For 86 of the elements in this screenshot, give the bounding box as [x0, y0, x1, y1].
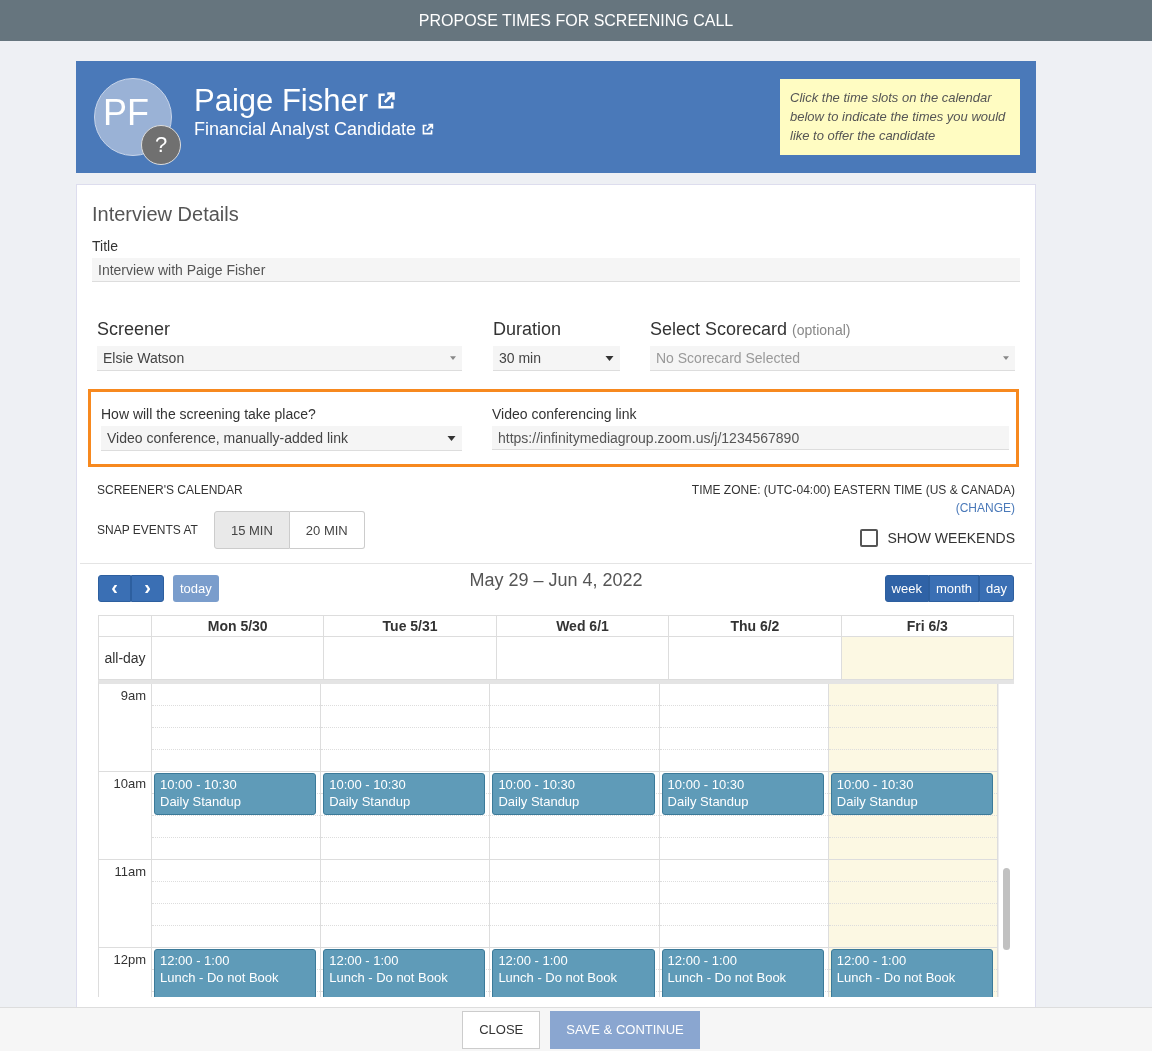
event-title: Daily Standup	[836, 793, 919, 810]
day-header: Mon 5/30	[152, 616, 325, 637]
title-field[interactable]: Interview with Paige Fisher	[92, 258, 1020, 282]
event-title: Lunch - Do not Book	[498, 969, 618, 986]
window-title: PROPOSE TIMES FOR SCREENING CALL	[418, 11, 734, 30]
event-time: 12:00 - 1:00	[667, 952, 738, 969]
unknown-badge: ?	[141, 125, 181, 165]
calendar-event[interactable]: 10:00 - 10:30 Daily Standup	[492, 773, 655, 815]
event-time: 10:00 - 10:30	[667, 776, 746, 793]
screener-select[interactable]: Elsie Watson	[97, 346, 462, 371]
hour-label: 12pm	[113, 952, 146, 967]
calendar-event[interactable]: 12:00 - 1:00 Lunch - Do not Book	[154, 949, 317, 997]
hour-label: 9am	[120, 688, 146, 703]
view-button[interactable]: week	[884, 575, 929, 602]
calendar-event[interactable]: 12:00 - 1:00 Lunch - Do not Book	[492, 949, 655, 997]
checkbox-label: SHOW WEEKENDS	[887, 530, 1015, 546]
snap-option[interactable]: 20 MIN	[289, 511, 365, 549]
event-time: 12:00 - 1:00	[498, 952, 569, 969]
event-title: Lunch - Do not Book	[667, 969, 788, 986]
event-title: Lunch - Do not Book	[836, 969, 957, 986]
external-link-icon[interactable]	[421, 122, 435, 136]
scorecard-select[interactable]: No Scorecard Selected	[650, 346, 1015, 371]
calendar-event[interactable]: 10:00 - 10:30 Daily Standup	[661, 773, 824, 815]
event-title: Daily Standup	[667, 793, 750, 810]
timezone-label: TIME ZONE: (UTC-04:00) EASTERN TIME (US & CANADA)	[691, 483, 1015, 497]
event-title: Daily Standup	[160, 793, 242, 810]
instruction-note: Click the time slots on the calendar below to indicate the times you would like to offer the candidate	[780, 79, 1020, 155]
calendar-event[interactable]: 10:00 - 10:30 Daily Standup	[154, 773, 317, 815]
event-title: Lunch - Do not Book	[160, 969, 280, 986]
all-day-cell[interactable]	[669, 637, 842, 680]
event-time: 10:00 - 10:30	[498, 776, 576, 793]
previous-button[interactable]: ‹	[98, 575, 131, 602]
view-button[interactable]: day	[979, 575, 1014, 602]
field-label: How will the screening take place?	[101, 406, 317, 422]
all-day-cell[interactable]	[152, 637, 325, 680]
field-label: Video conferencing link	[492, 406, 638, 422]
event-time: 12:00 - 1:00	[160, 952, 231, 969]
event-title: Daily Standup	[498, 793, 581, 810]
event-time: 12:00 - 1:00	[329, 952, 400, 969]
change-link[interactable]: (CHANGE)	[955, 501, 1015, 515]
day-header: Thu 6/2	[669, 616, 842, 637]
caret-icon	[450, 356, 456, 360]
close-button[interactable]: CLOSE	[462, 1010, 541, 1049]
external-link-icon[interactable]	[376, 90, 397, 111]
calendar-event[interactable]: 12:00 - 1:00 Lunch - Do not Book	[661, 949, 824, 997]
caret-icon	[447, 435, 456, 441]
date-range: May 29 – Jun 4, 2022	[469, 570, 643, 591]
section-heading: Interview Details	[92, 203, 240, 226]
field-label: Title	[92, 238, 119, 254]
all-day-label: all-day	[99, 637, 152, 680]
day-header: Wed 6/1	[496, 616, 670, 637]
snap-label: SNAP EVENTS AT	[97, 523, 198, 537]
next-button[interactable]: ›	[131, 575, 164, 602]
optional-note: (optional)	[792, 322, 851, 338]
all-day-cell[interactable]	[496, 637, 670, 680]
calendar-event[interactable]: 10:00 - 10:30 Daily Standup	[323, 773, 486, 815]
field-label: Select Scorecard	[650, 319, 788, 339]
link-field[interactable]: https://infinitymediagroup.zoom.us/j/1234567890	[492, 426, 1009, 450]
calendar-event[interactable]: 12:00 - 1:00 Lunch - Do not Book	[323, 949, 486, 997]
event-title: Daily Standup	[329, 793, 412, 810]
all-day-cell[interactable]	[841, 637, 1014, 680]
day-header: Tue 5/31	[324, 616, 497, 637]
scrollbar-thumb[interactable]	[1003, 868, 1010, 950]
snap-option[interactable]: 15 MIN	[213, 511, 290, 549]
method-select[interactable]: Video conference, manually-added link	[101, 426, 462, 451]
calendar-event[interactable]: 12:00 - 1:00 Lunch - Do not Book	[830, 949, 993, 997]
event-time: 10:00 - 10:30	[836, 776, 915, 793]
weekends-checkbox[interactable]	[860, 529, 879, 547]
view-button[interactable]: month	[928, 575, 980, 602]
caret-icon	[1003, 356, 1009, 360]
calendar-label: SCREENER'S CALENDAR	[97, 483, 244, 497]
event-title: Lunch - Do not Book	[329, 969, 449, 986]
candidate-role: Financial Analyst Candidate	[194, 118, 417, 140]
hour-label: 10am	[113, 776, 146, 791]
caret-icon	[605, 355, 614, 361]
all-day-cell[interactable]	[324, 637, 497, 680]
hour-label: 11am	[114, 864, 146, 879]
field-label: Screener	[97, 319, 172, 340]
event-time: 10:00 - 10:30	[160, 776, 238, 793]
event-time: 12:00 - 1:00	[836, 952, 908, 969]
duration-select[interactable]: 30 min	[493, 346, 620, 371]
candidate-name: Paige Fisher	[194, 82, 369, 119]
event-time: 10:00 - 10:30	[329, 776, 407, 793]
field-label: Duration	[493, 319, 563, 340]
today-button[interactable]: today	[173, 575, 219, 602]
calendar-event[interactable]: 10:00 - 10:30 Daily Standup	[830, 773, 993, 815]
